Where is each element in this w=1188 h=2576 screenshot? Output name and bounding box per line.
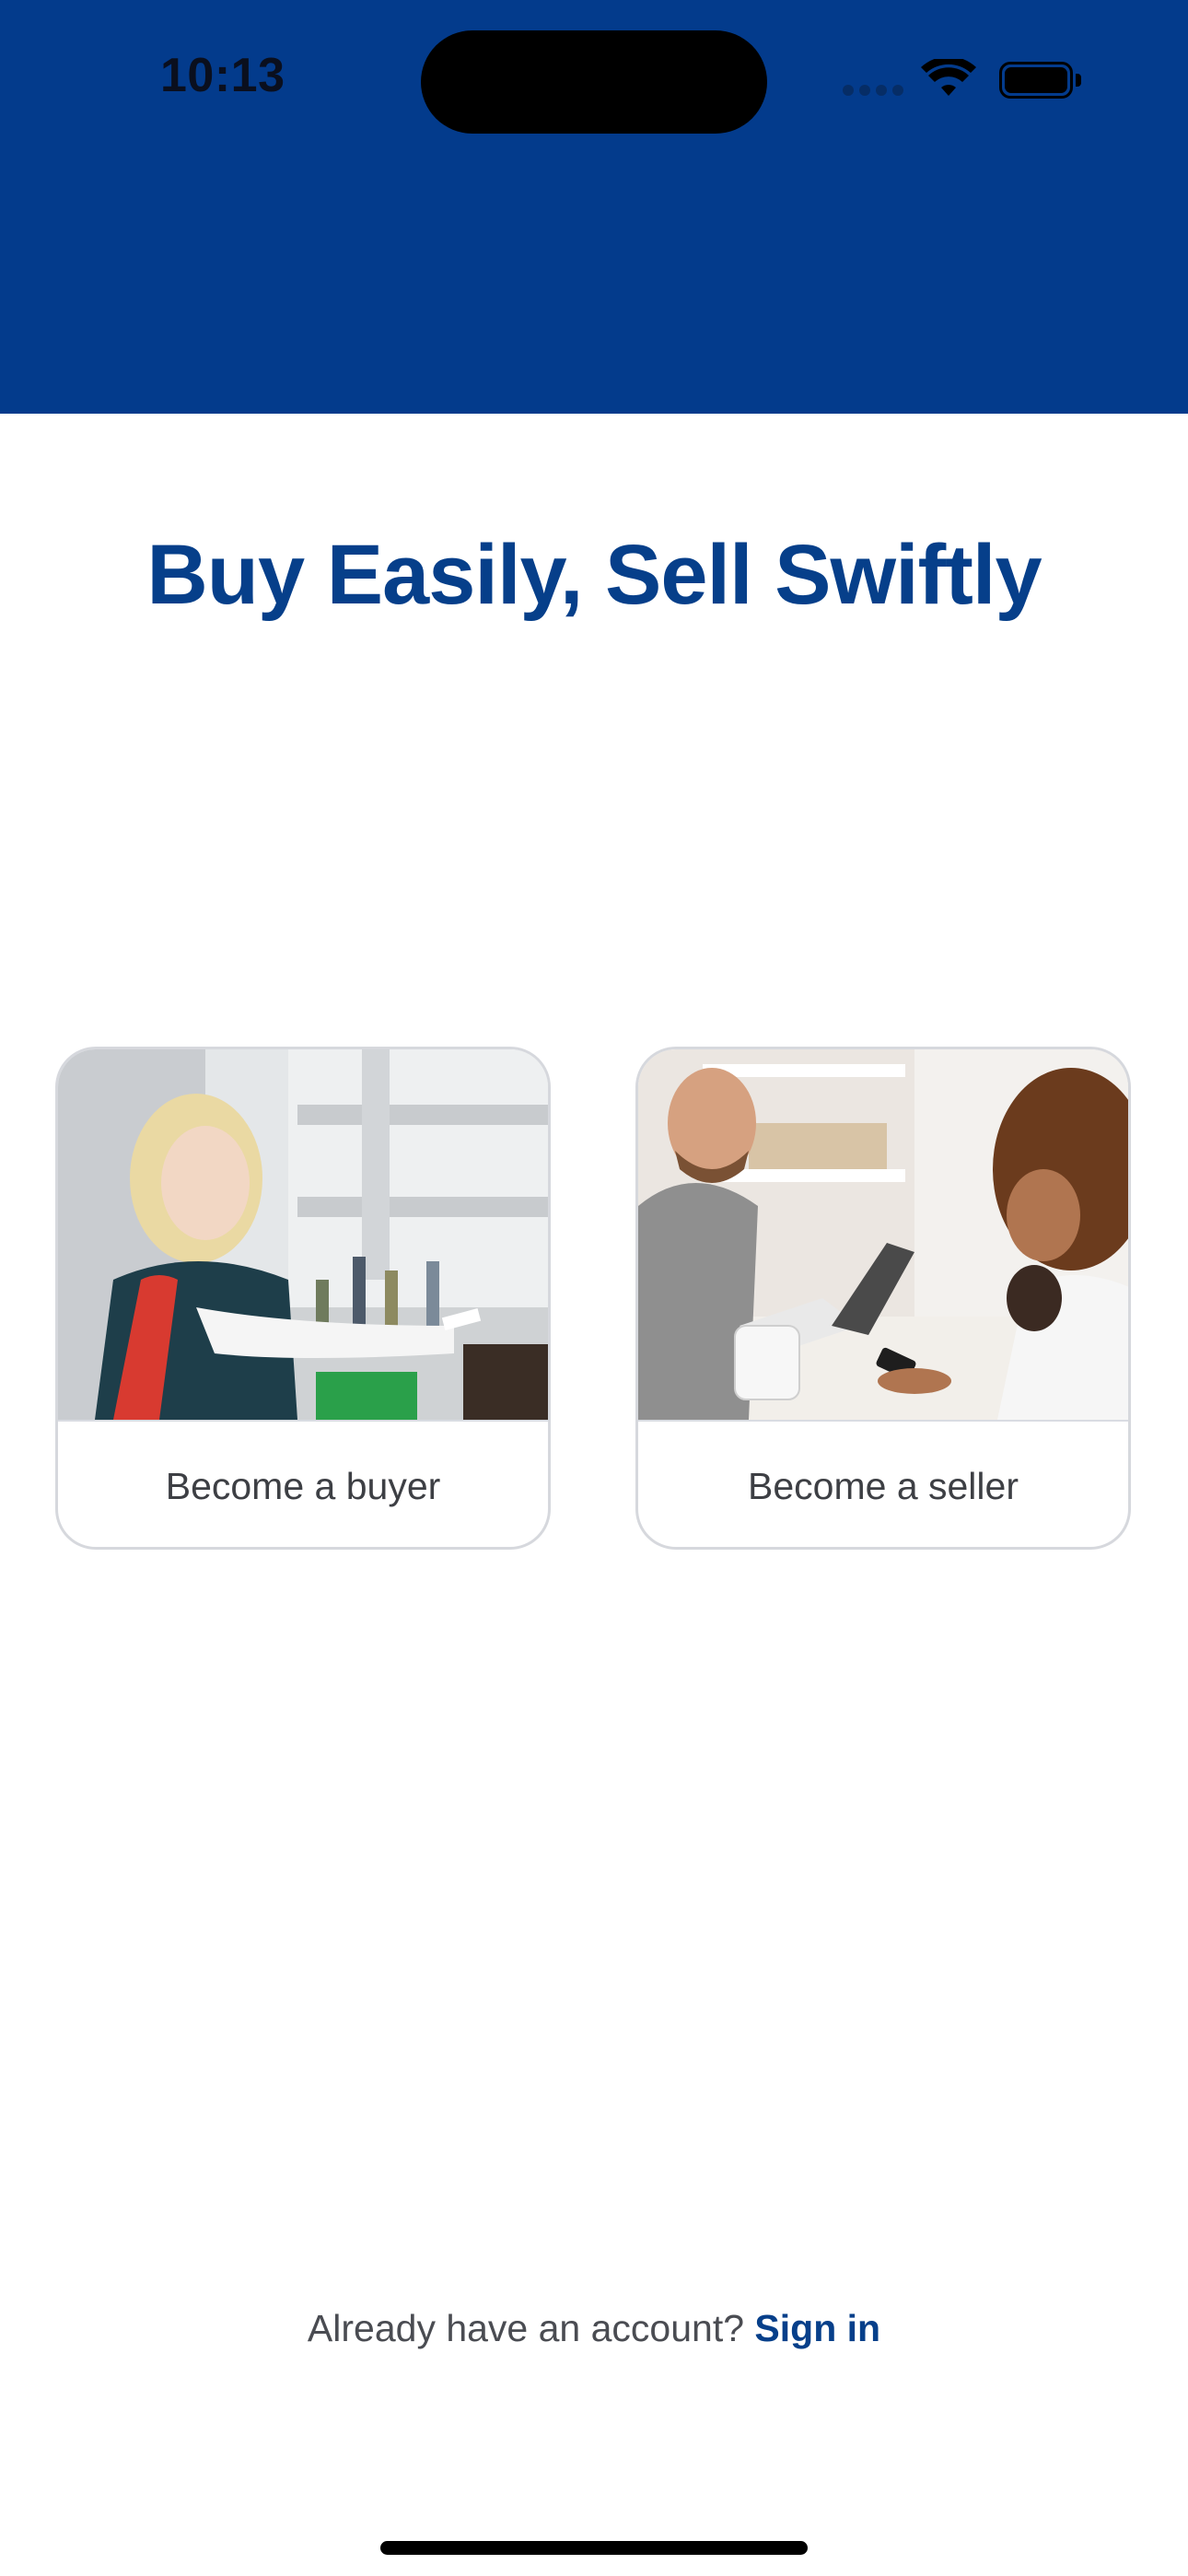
status-time: 10:13 (160, 49, 285, 102)
wifi-icon (921, 59, 976, 96)
buyer-photo (58, 1049, 548, 1422)
home-indicator[interactable] (380, 2541, 808, 2555)
page-title: Buy Easily, Sell Swiftly (146, 528, 1042, 622)
cellular-signal-icon (843, 85, 903, 96)
become-seller-label: Become a seller (748, 1464, 1019, 1507)
battery-icon (999, 62, 1084, 99)
signin-row: Already have an account? Sign in (0, 2307, 1188, 2350)
app-screen: 10:13 Buy Easily, Sell Swiftly Become a … (0, 0, 1188, 2576)
signin-link[interactable]: Sign in (754, 2307, 880, 2349)
become-buyer-card[interactable]: Become a buyer (55, 1047, 551, 1550)
become-buyer-label: Become a buyer (165, 1464, 441, 1507)
seller-photo (638, 1049, 1128, 1422)
become-seller-card[interactable]: Become a seller (635, 1047, 1131, 1550)
signin-prompt: Already have an account? (307, 2307, 755, 2349)
dynamic-island (421, 30, 767, 134)
